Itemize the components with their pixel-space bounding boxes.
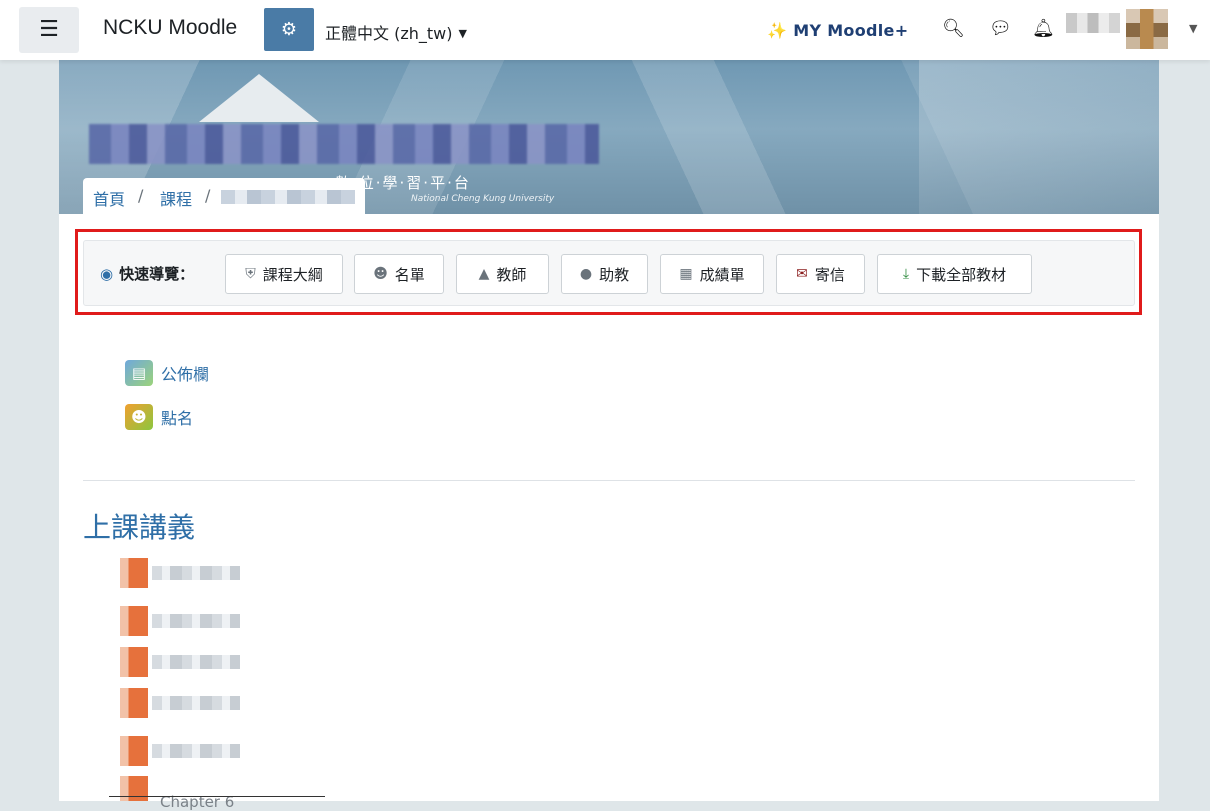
file-name-blurred — [152, 744, 240, 758]
top-navbar: ☰ NCKU Moodle ⚙ 正體中文 (zh_tw) ▼ ✨ MY Moodle… — [0, 0, 1210, 60]
breadcrumb-separator: / — [138, 186, 144, 205]
list-item[interactable] — [120, 558, 240, 588]
attendance-activity-link[interactable]: ☻ 點名 — [125, 404, 193, 430]
caret-down-icon: ▼ — [458, 27, 467, 40]
breadcrumb-course-blurred[interactable] — [221, 190, 355, 204]
banner-panel — [919, 60, 1159, 214]
site-name-link[interactable]: NCKU Moodle — [103, 16, 237, 40]
breadcrumb: 首頁 / 課程 / — [83, 178, 365, 214]
user-name[interactable] — [1066, 13, 1120, 33]
forum-icon: ▤ — [125, 360, 153, 386]
search-icon[interactable]: 🔍︎ — [942, 18, 965, 39]
breadcrumb-courses[interactable]: 課程 — [160, 186, 192, 210]
banner-subtitle-en: National Cheng Kung University — [411, 194, 555, 204]
language-menu[interactable]: 正體中文 (zh_tw) ▼ — [325, 20, 467, 44]
page-content: 數·位·學·習·平·台 National Cheng Kung Universi… — [59, 60, 1159, 811]
course-title-blurred — [89, 124, 599, 164]
pdf-file-icon — [120, 736, 148, 766]
language-label: 正體中文 (zh_tw) — [325, 24, 453, 43]
course-banner: 數·位·學·習·平·台 National Cheng Kung Universi… — [59, 60, 1159, 214]
pdf-file-icon — [120, 558, 148, 588]
pdf-file-icon — [120, 688, 148, 718]
hamburger-icon: ☰ — [39, 17, 59, 42]
section-divider — [83, 480, 1135, 481]
avatar[interactable] — [1126, 9, 1168, 49]
sparkle-icon: ✨ — [767, 21, 788, 40]
attendance-activity-label: 點名 — [161, 409, 194, 428]
file-name-blurred — [152, 655, 240, 669]
gears-icon[interactable]: ⚙ — [264, 8, 314, 51]
menu-toggle-button[interactable]: ☰ — [19, 7, 79, 53]
list-item[interactable] — [120, 736, 240, 766]
pdf-file-icon — [120, 776, 148, 801]
mymoodle-label: MY Moodle+ — [793, 21, 909, 40]
list-item[interactable] — [120, 606, 240, 636]
banner-mountain — [199, 74, 319, 122]
pdf-file-icon — [120, 647, 148, 677]
cursor-line — [109, 796, 325, 797]
highlight-box — [75, 229, 1142, 315]
forum-activity-link[interactable]: ▤ 公佈欄 — [125, 360, 209, 386]
file-name-blurred — [152, 566, 240, 580]
caret-down-icon[interactable]: ▼ — [1189, 22, 1197, 35]
mymoodle-link[interactable]: ✨ MY Moodle+ — [767, 21, 908, 40]
file-name-blurred — [152, 614, 240, 628]
bell-icon[interactable]: 🔔︎ — [1032, 18, 1055, 39]
file-name-blurred — [152, 696, 240, 710]
breadcrumb-home[interactable]: 首頁 — [93, 186, 125, 210]
forum-activity-label: 公佈欄 — [161, 365, 210, 384]
attendance-icon: ☻ — [125, 404, 153, 430]
pdf-file-icon — [120, 606, 148, 636]
breadcrumb-separator: / — [205, 186, 211, 205]
list-item[interactable] — [120, 688, 240, 718]
section-title: 上課講義 — [83, 511, 196, 544]
list-item[interactable] — [120, 647, 240, 677]
chat-icon[interactable]: 💬︎ — [989, 18, 1012, 39]
